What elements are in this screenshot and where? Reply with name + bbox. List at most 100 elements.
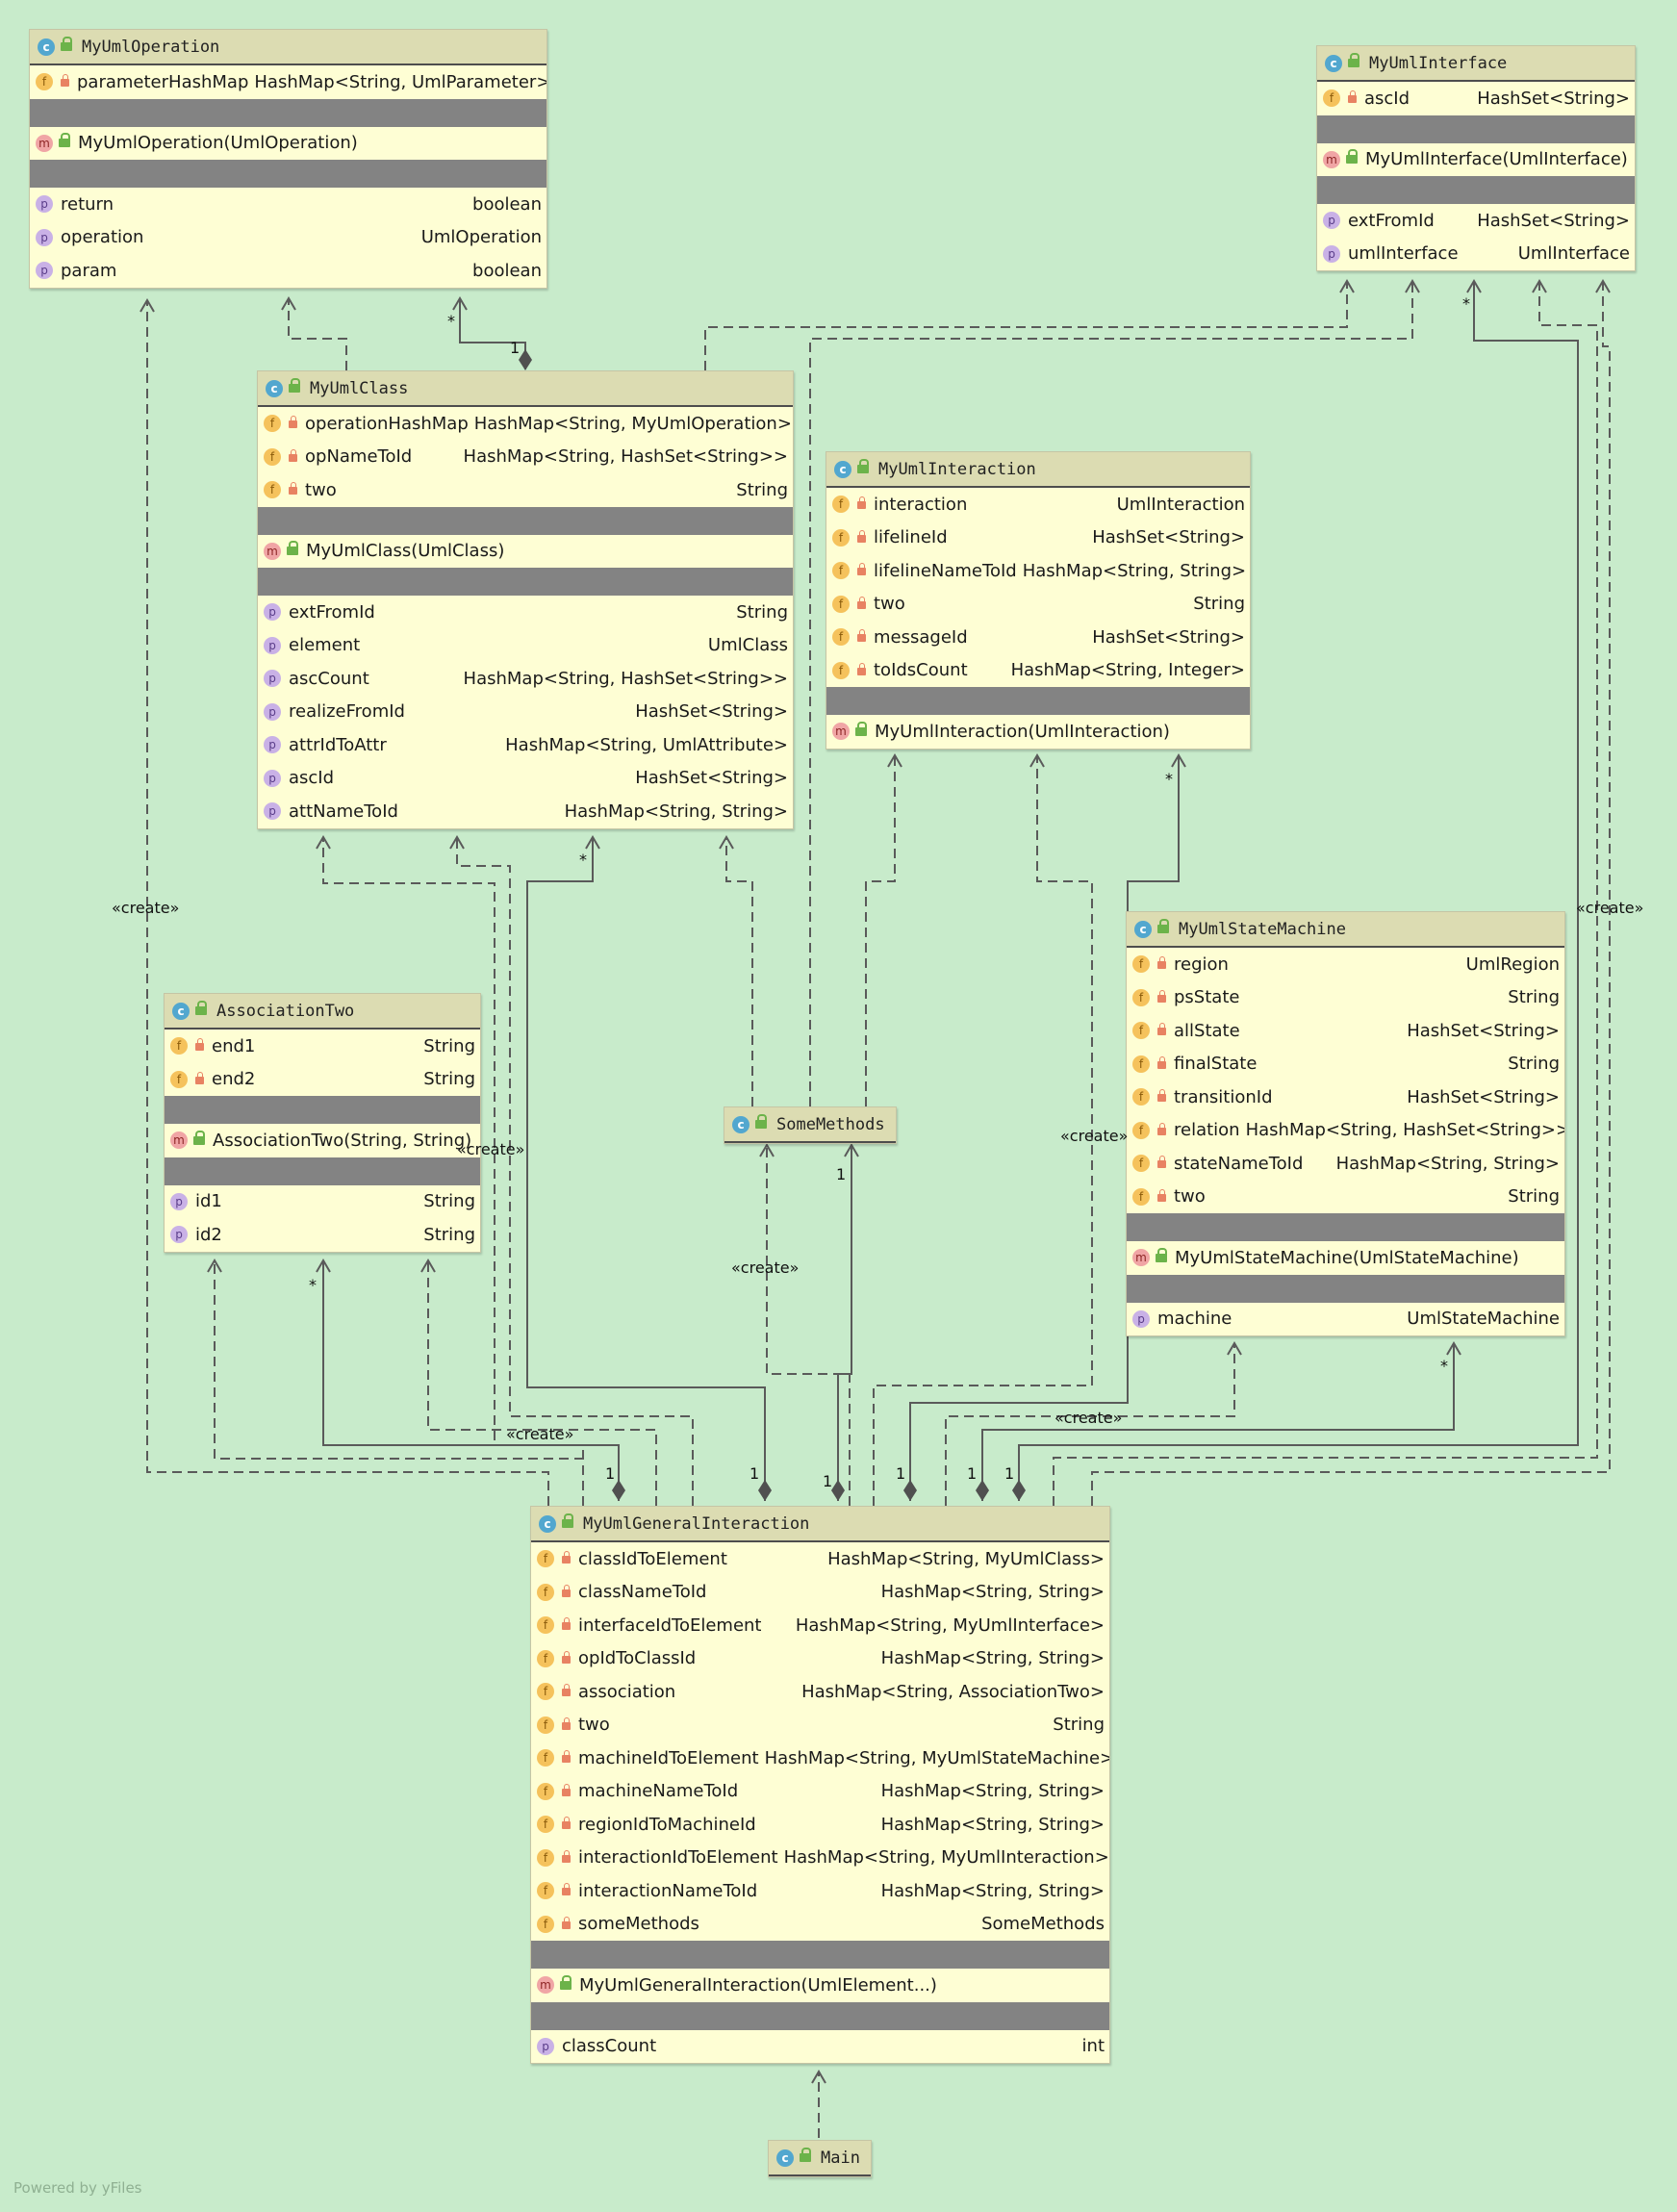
method-row[interactable]: m MyUmlClass(UmlClass): [258, 535, 793, 569]
field-row[interactable]: f association HashMap<String, AssociationT…: [531, 1675, 1109, 1709]
section-separator: [258, 506, 793, 535]
property-row[interactable]: p element UmlClass: [258, 629, 793, 663]
field-name: two: [1174, 1186, 1206, 1208]
class-my-uml-interaction[interactable]: c MyUmlInteraction f interaction UmlInteract…: [826, 451, 1251, 750]
field-icon: f: [264, 415, 281, 433]
class-my-uml-operation[interactable]: c MyUmlOperation f parameterHashMap HashMap<…: [29, 29, 547, 289]
field-row[interactable]: f opNameToId HashMap<String, HashSet<Strin…: [258, 441, 793, 474]
field-type: HashSet<String>: [1477, 88, 1630, 109]
property-row[interactable]: p operation UmlOperation: [30, 221, 546, 255]
class-header[interactable]: c MyUmlGeneralInteraction: [531, 1507, 1109, 1542]
field-row[interactable]: f two String: [258, 473, 793, 507]
property-row[interactable]: p param boolean: [30, 254, 546, 288]
field-row[interactable]: f psState String: [1127, 981, 1564, 1015]
property-row[interactable]: p return boolean: [30, 188, 546, 221]
private-lock-icon: [562, 1916, 571, 1929]
property-row[interactable]: p id1 String: [165, 1185, 480, 1219]
property-row[interactable]: p ascCount HashMap<String, HashSet<String>…: [258, 662, 793, 696]
field-row[interactable]: f machineNameToId HashMap<String, String>: [531, 1775, 1109, 1809]
property-row[interactable]: p extFromId String: [258, 596, 793, 629]
field-type: HashMap<String, String>: [880, 1781, 1105, 1802]
field-type: HashMap<String, String>: [880, 1880, 1105, 1901]
property-row[interactable]: p ascId HashSet<String>: [258, 762, 793, 796]
field-row[interactable]: f finalState String: [1127, 1048, 1564, 1081]
method-row[interactable]: m AssociationTwo(String, String): [165, 1124, 480, 1157]
class-header[interactable]: c MyUmlInteraction: [826, 452, 1250, 488]
field-row[interactable]: f parameterHashMap HashMap<String, UmlPara…: [30, 65, 546, 99]
method-row[interactable]: m MyUmlInteraction(UmlInteraction): [826, 715, 1250, 749]
section-separator: [1127, 1274, 1564, 1303]
property-icon: p: [264, 769, 281, 787]
class-header[interactable]: c MyUmlOperation: [30, 30, 546, 65]
field-row[interactable]: f stateNameToId HashMap<String, String>: [1127, 1147, 1564, 1181]
class-my-uml-class[interactable]: c MyUmlClass f operationHashMap HashMap<Stri…: [257, 370, 794, 829]
field-row[interactable]: f interaction UmlInteraction: [826, 488, 1250, 521]
field-type: HashMap<String, HashSet<String>>: [463, 446, 788, 468]
property-name: realizeFromId: [289, 701, 405, 723]
property-row[interactable]: p classCount int: [531, 2030, 1109, 2064]
property-row[interactable]: p machine UmlStateMachine: [1127, 1303, 1564, 1336]
class-my-uml-general-interaction[interactable]: c MyUmlGeneralInteraction f classIdToElemen…: [530, 1506, 1110, 2064]
field-row[interactable]: f interactionNameToId HashMap<String, Stri…: [531, 1874, 1109, 1908]
field-row[interactable]: f messageId HashSet<String>: [826, 621, 1250, 654]
multiplicity-label: 1: [750, 1464, 760, 1483]
field-row[interactable]: f classNameToId HashMap<String, String>: [531, 1576, 1109, 1610]
private-lock-icon: [562, 1883, 571, 1896]
method-row[interactable]: m MyUmlInterface(UmlInterface): [1317, 143, 1635, 177]
field-row[interactable]: f two String: [1127, 1181, 1564, 1214]
property-row[interactable]: p umlInterface UmlInterface: [1317, 238, 1635, 271]
field-row[interactable]: f transitionId HashSet<String>: [1127, 1081, 1564, 1114]
property-row[interactable]: p realizeFromId HashSet<String>: [258, 696, 793, 729]
class-main[interactable]: c Main: [768, 2140, 872, 2177]
class-icon: c: [266, 379, 283, 397]
field-type: HashMap<String, String>: [880, 1648, 1105, 1669]
field-row[interactable]: f two String: [531, 1709, 1109, 1742]
private-lock-icon: [289, 482, 297, 496]
field-row[interactable]: f region UmlRegion: [1127, 948, 1564, 981]
class-header[interactable]: c Main: [769, 2141, 871, 2176]
class-some-methods[interactable]: c SomeMethods: [724, 1106, 897, 1144]
field-row[interactable]: f interactionIdToElement HashMap<String, M…: [531, 1842, 1109, 1875]
property-row[interactable]: p attNameToId HashMap<String, String>: [258, 795, 793, 828]
field-row[interactable]: f lifelineNameToId HashMap<String, String>: [826, 554, 1250, 588]
field-row[interactable]: f regionIdToMachineId HashMap<String, Stri…: [531, 1808, 1109, 1842]
section-separator: [258, 568, 793, 596]
class-header[interactable]: c SomeMethods: [724, 1107, 896, 1143]
class-header[interactable]: c MyUmlInterface: [1317, 46, 1635, 82]
field-name: machineIdToElement: [578, 1747, 759, 1768]
property-row[interactable]: p id2 String: [165, 1218, 480, 1252]
field-row[interactable]: f operationHashMap HashMap<String, MyUmlOp…: [258, 407, 793, 441]
field-row[interactable]: f interfaceIdToElement HashMap<String, MyU…: [531, 1609, 1109, 1642]
method-row[interactable]: m MyUmlGeneralInteraction(UmlElement...): [531, 1969, 1109, 2002]
field-row[interactable]: f classIdToElement HashMap<String, MyUmlCl…: [531, 1542, 1109, 1576]
method-row[interactable]: m MyUmlOperation(UmlOperation): [30, 127, 546, 161]
field-row[interactable]: f two String: [826, 588, 1250, 622]
class-my-uml-state-machine[interactable]: c MyUmlStateMachine f region UmlRegion f psSta…: [1126, 911, 1565, 1336]
field-name: end2: [212, 1069, 256, 1090]
property-row[interactable]: p attrIdToAttr HashMap<String, UmlAttribut…: [258, 728, 793, 762]
class-my-uml-interface[interactable]: c MyUmlInterface f ascId HashSet<String> m MyU…: [1316, 45, 1636, 271]
field-row[interactable]: f toIdsCount HashMap<String, Integer>: [826, 654, 1250, 688]
field-row[interactable]: f ascId HashSet<String>: [1317, 82, 1635, 115]
field-row[interactable]: f relation HashMap<String, HashSet<String>…: [1127, 1114, 1564, 1148]
class-header[interactable]: c AssociationTwo: [165, 994, 480, 1030]
field-row[interactable]: f allState HashSet<String>: [1127, 1014, 1564, 1048]
property-icon: p: [170, 1192, 188, 1210]
field-row[interactable]: f opIdToClassId HashMap<String, String>: [531, 1642, 1109, 1676]
property-row[interactable]: p extFromId HashSet<String>: [1317, 204, 1635, 238]
method-row[interactable]: m MyUmlStateMachine(UmlStateMachine): [1127, 1241, 1564, 1275]
field-row[interactable]: f someMethods SomeMethods: [531, 1908, 1109, 1942]
field-icon: f: [264, 481, 281, 499]
field-type: HashSet<String>: [1407, 1020, 1560, 1041]
field-row[interactable]: f end1 String: [165, 1030, 480, 1063]
class-header[interactable]: c MyUmlClass: [258, 371, 793, 407]
property-name: id1: [195, 1191, 222, 1212]
field-row[interactable]: f lifelineId HashSet<String>: [826, 521, 1250, 555]
field-icon: f: [1132, 1055, 1150, 1073]
field-row[interactable]: f machineIdToElement HashMap<String, MyUml…: [531, 1742, 1109, 1775]
class-header[interactable]: c MyUmlStateMachine: [1127, 912, 1564, 948]
class-association-two[interactable]: c AssociationTwo f end1 String f end2 String m As…: [164, 993, 481, 1253]
multiplicity-label: 1: [1004, 1464, 1015, 1483]
field-row[interactable]: f end2 String: [165, 1063, 480, 1097]
field-name: classNameToId: [578, 1582, 707, 1603]
